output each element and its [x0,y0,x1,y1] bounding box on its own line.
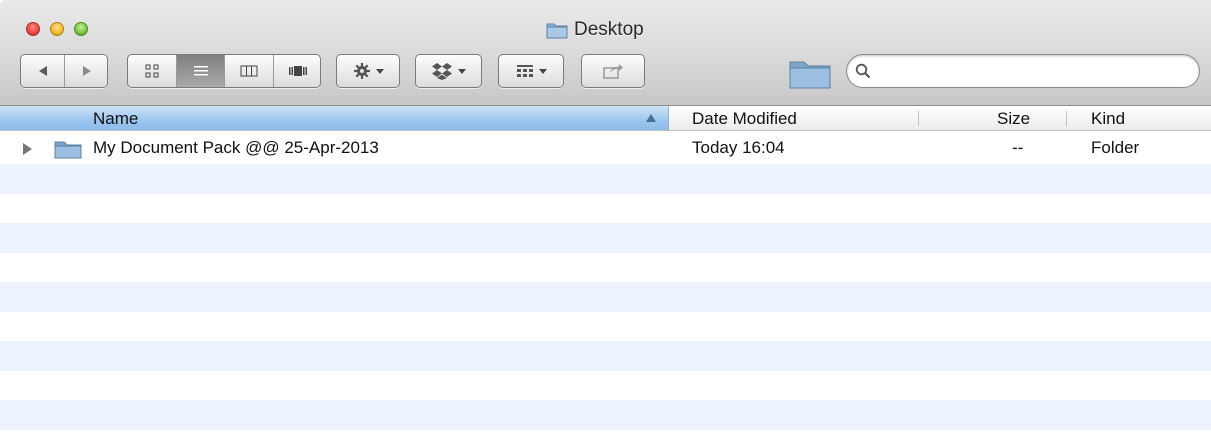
gear-icon [353,63,370,79]
empty-row [0,253,1211,283]
view-mode-group [127,54,321,88]
grid-icon [145,64,159,78]
empty-row [0,341,1211,371]
column-divider[interactable] [918,111,919,126]
empty-row [0,223,1211,253]
dropbox-menu-button[interactable] [415,54,482,88]
chevron-down-icon [375,68,384,74]
empty-row [0,400,1211,430]
forward-arrow-icon [82,66,91,76]
column-header: Name Date Modified Size Kind [0,106,1211,131]
empty-row [0,430,1211,446]
coverflow-icon [288,66,307,76]
empty-row [0,312,1211,342]
column-divider[interactable] [1066,111,1067,126]
share-icon [603,64,623,79]
empty-row [0,194,1211,224]
nav-button-group [20,54,108,88]
window-toolbar: Desktop [0,0,1211,106]
search-field[interactable] [846,54,1200,88]
share-button[interactable] [581,54,645,88]
file-kind: Folder [1091,138,1140,157]
column-view-button[interactable] [224,55,273,87]
file-size: -- [1012,138,1024,157]
window-title: Desktop [546,19,644,41]
action-menu-button[interactable] [336,54,400,88]
sort-ascending-icon [646,114,656,122]
size-column-header[interactable]: Size [997,109,1030,129]
list-icon [193,66,208,76]
icon-view-button[interactable] [128,55,176,87]
kind-column-header[interactable]: Kind [1091,109,1125,129]
folder-icon [546,23,568,39]
search-icon [855,63,871,79]
columns-icon [240,65,258,77]
back-arrow-icon [38,66,47,76]
chevron-down-icon [458,68,466,74]
path-folder-icon[interactable] [788,58,832,90]
minimize-window-button[interactable] [50,22,64,36]
zoom-window-button[interactable] [74,22,88,36]
empty-row [0,164,1211,194]
empty-row [0,282,1211,312]
close-window-button[interactable] [26,22,40,36]
file-list: My Document Pack @@ 25-Apr-2013 Today 16… [0,131,1211,446]
disclosure-triangle-icon[interactable] [23,143,32,155]
search-input[interactable] [875,61,1199,81]
file-date-modified: Today 16:04 [692,138,785,157]
file-name: My Document Pack @@ 25-Apr-2013 [93,138,379,157]
window-title-text: Desktop [574,19,644,40]
back-button[interactable] [21,55,64,87]
arrange-grid-icon [516,65,533,77]
empty-row [0,371,1211,401]
list-view-button[interactable] [176,55,224,87]
folder-icon [54,141,82,159]
forward-button[interactable] [64,55,108,87]
name-column-label: Name [93,109,139,128]
table-row[interactable]: My Document Pack @@ 25-Apr-2013 Today 16… [0,134,1211,164]
chevron-down-icon [538,68,547,74]
date-modified-column-header[interactable]: Date Modified [692,109,797,129]
arrange-menu-button[interactable] [498,54,564,88]
dropbox-icon [432,63,452,80]
coverflow-view-button[interactable] [273,55,321,87]
